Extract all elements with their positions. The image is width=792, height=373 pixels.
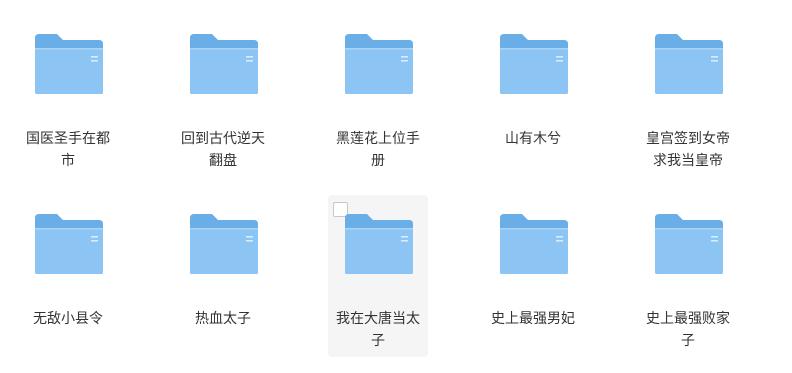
folder-name: 山有木兮: [505, 131, 561, 147]
folder-item[interactable]: 山有木兮: [483, 18, 583, 180]
folder-name: 黑莲花上位手册: [336, 131, 420, 169]
folder-icon: [35, 34, 103, 94]
folder-name: 无敌小县令: [33, 311, 103, 327]
folder-item-hovered[interactable]: 我在大唐当太子: [328, 195, 428, 357]
folder-item[interactable]: 黑莲花上位手册: [328, 18, 428, 180]
folder-icon: [655, 34, 723, 94]
folder-item[interactable]: 国医圣手在都市: [18, 18, 118, 180]
folder-name: 我在大唐当太子: [336, 311, 420, 349]
folder-name: 回到古代逆天翻盘: [181, 131, 265, 169]
folder-item[interactable]: 回到古代逆天翻盘: [173, 18, 273, 180]
folder-name: 皇宫签到女帝求我当皇帝: [646, 131, 730, 169]
file-grid: 国医圣手在都市 回到古代逆天翻盘 黑莲花上位手册 山有木兮 皇宫签到女帝求我当皇…: [0, 0, 792, 373]
folder-item[interactable]: 热血太子: [173, 198, 273, 360]
folder-icon: [345, 34, 413, 94]
folder-item[interactable]: 皇宫签到女帝求我当皇帝: [638, 18, 738, 180]
folder-item[interactable]: 无敌小县令: [18, 198, 118, 360]
folder-icon: [500, 214, 568, 274]
folder-icon: [35, 214, 103, 274]
folder-name: 史上最强男妃: [491, 311, 575, 327]
folder-name: 热血太子: [195, 311, 251, 327]
folder-icon: [655, 214, 723, 274]
folder-icon: [190, 214, 258, 274]
folder-name: 国医圣手在都市: [26, 131, 110, 169]
folder-item[interactable]: 史上最强败家子: [638, 198, 738, 360]
folder-icon: [345, 214, 413, 274]
folder-icon: [500, 34, 568, 94]
folder-item[interactable]: 史上最强男妃: [483, 198, 583, 360]
folder-icon: [190, 34, 258, 94]
folder-name: 史上最强败家子: [646, 311, 730, 349]
